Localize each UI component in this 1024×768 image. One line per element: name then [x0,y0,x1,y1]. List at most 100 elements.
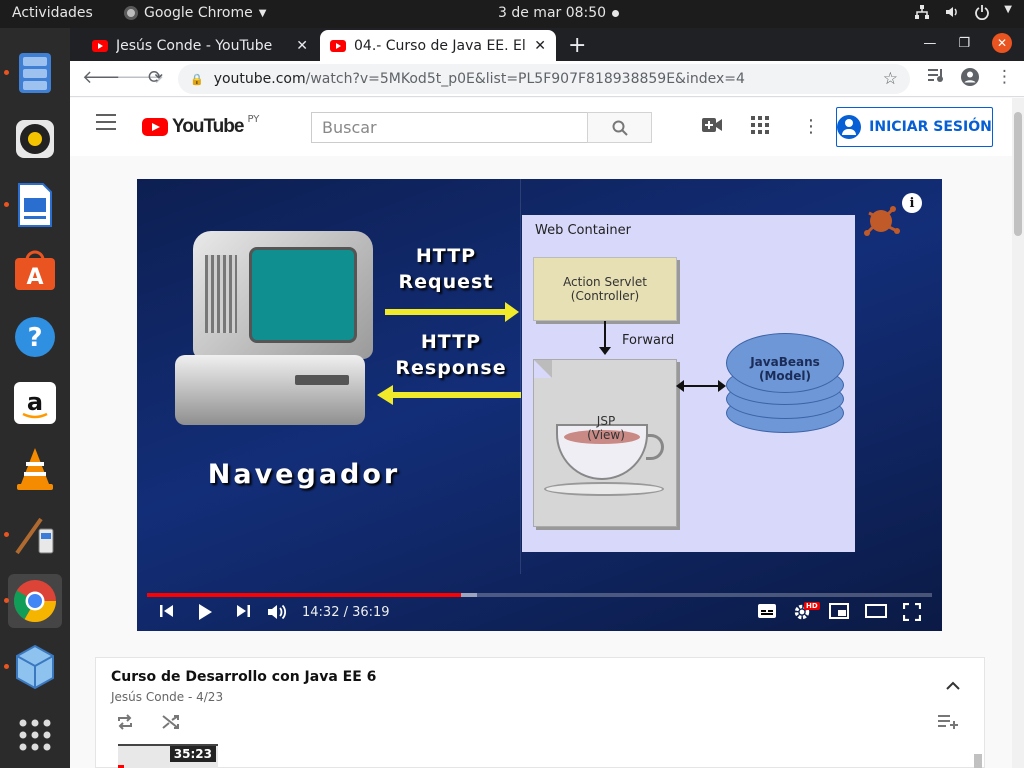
video-timecode: 14:32 / 36:19 [302,605,390,620]
dock-file-manager[interactable] [4,46,62,100]
hd-badge: HD [804,602,820,610]
signin-label: INICIAR SESIÓN [869,119,992,135]
forward-arrowhead-icon [599,347,611,355]
scrollbar-thumb[interactable] [1014,112,1022,236]
settings-more-icon[interactable]: ⋮ [802,116,820,137]
dock-rhythmbox[interactable] [8,112,62,166]
notification-dot-icon [612,9,620,17]
tab-close-icon[interactable]: ✕ [534,38,546,54]
new-tab-button[interactable]: + [568,33,586,58]
activities-button[interactable]: Actividades [12,5,93,21]
youtube-header: YouTube PY Buscar ⋮ INICIAR SESIÓN [70,98,1012,156]
page-scrollbar[interactable] [1012,98,1024,768]
dock-chrome[interactable] [4,574,62,628]
tab-title: Jesús Conde - YouTube [116,37,273,54]
dock-vlc[interactable] [8,442,62,496]
reload-icon[interactable]: ⟳ [148,67,163,88]
dock-virtualbox[interactable] [4,640,62,694]
tab-strip: Jesús Conde - YouTube ✕ 04.- Curso de Ja… [70,28,1024,61]
save-playlist-icon[interactable] [938,714,958,735]
file-manager-icon [19,53,51,93]
profile-icon[interactable] [960,67,980,92]
url-host: youtube.com [213,71,306,87]
jsp-box: JSP (View) [533,359,677,527]
tray-caret-down-icon: ▼ [1004,4,1012,15]
network-icon [914,4,930,24]
create-video-icon[interactable] [702,116,722,137]
video-info-icon[interactable]: i [902,193,922,213]
apps-icon[interactable] [751,116,769,139]
app-menu[interactable]: Google Chrome ▼ [124,5,266,21]
playlist-item-thumbnail[interactable]: 35:23 [118,744,218,768]
channel-watermark-icon [864,206,900,236]
apps-grid-icon [19,719,51,751]
tab-title: 04.- Curso de Java EE. El p [354,37,527,54]
writer-icon [18,183,52,227]
tab-java-ee[interactable]: 04.- Curso de Java EE. El p ✕ [320,30,556,61]
playlist-meta[interactable]: Jesús Conde - 4/23 [111,690,223,704]
forward-line-icon [604,321,606,349]
search-button[interactable] [587,112,652,143]
dock-show-apps[interactable] [8,708,62,762]
running-indicator-icon [4,532,9,537]
next-icon[interactable] [235,603,251,624]
url-path: /watch?v=5MKod5t_p0E&list=PL5F907F818938… [305,71,745,87]
close-window-icon[interactable]: ✕ [992,33,1012,53]
dock-amazon[interactable]: a [8,376,62,430]
volume-button-icon[interactable] [267,603,287,626]
youtube-logo[interactable]: YouTube PY [142,113,260,138]
video-player[interactable]: HTTP Request HTTP Response Navegador Web… [137,179,942,631]
svg-text:?: ? [27,323,42,353]
system-tray[interactable]: ▼ [914,4,1012,24]
web-container-box: Web Container Action Servlet (Controller… [522,215,855,552]
tab-jesus-conde[interactable]: Jesús Conde - YouTube ✕ [82,30,318,61]
search-input[interactable]: Buscar [311,112,588,143]
theater-mode-icon[interactable] [865,603,887,623]
media-queue-icon[interactable] [928,67,946,88]
youtube-favicon-icon [92,39,108,52]
chrome-menu-icon[interactable]: ⋮ [996,67,1013,87]
svg-text:a: a [27,388,43,416]
dock-paint[interactable] [4,508,62,562]
caret-down-icon: ▼ [258,7,267,19]
clock[interactable]: 3 de mar 08:50 [498,5,620,21]
running-indicator-icon [4,664,9,669]
previous-icon[interactable] [159,603,175,624]
power-icon [974,4,990,24]
dock-software[interactable]: A [8,244,62,298]
minimize-icon[interactable]: — [923,36,936,51]
bookmark-star-icon[interactable]: ☆ [883,69,898,89]
miniplayer-icon[interactable] [829,603,849,624]
collapse-chevron-up-icon[interactable] [946,678,960,694]
javabeans-label: JavaBeans (Model) [750,355,820,383]
play-icon[interactable] [197,603,213,626]
tab-close-icon[interactable]: ✕ [296,38,308,54]
dock-writer[interactable] [4,178,62,232]
loop-playlist-icon[interactable] [116,714,134,735]
playlist-panel: Curso de Desarrollo con Java EE 6 Jesús … [95,657,985,768]
country-code: PY [247,113,260,125]
servlet-label: Action Servlet (Controller) [563,275,647,303]
rhythmbox-icon [16,120,54,158]
fullscreen-icon[interactable] [902,602,922,626]
system-top-bar: Actividades Google Chrome ▼ 3 de mar 08:… [0,0,1024,28]
jsp-label: JSP (View) [587,414,625,442]
response-arrowhead-icon [377,385,393,405]
hamburger-menu-icon[interactable] [96,114,116,135]
dock-help[interactable]: ? [8,310,62,364]
signin-button[interactable]: INICIAR SESIÓN [836,107,993,147]
youtube-play-logo-icon [142,118,168,136]
video-progress-bar[interactable] [147,593,932,597]
double-arrow-icon [676,380,726,392]
slide-http-response: HTTP Response [395,331,507,379]
help-icon: ? [15,317,55,357]
shuffle-icon[interactable] [162,714,180,735]
youtube-page: YouTube PY Buscar ⋮ INICIAR SESIÓN HTTP … [70,98,1012,768]
subtitles-icon[interactable] [757,603,777,624]
account-icon [837,115,862,139]
running-indicator-icon [4,598,9,603]
playlist-scrollbar[interactable] [974,754,982,768]
maximize-icon[interactable]: ❐ [958,36,970,51]
address-bar[interactable]: 🔒 youtube.com/watch?v=5MKod5t_p0E&list=P… [178,64,910,94]
playlist-title[interactable]: Curso de Desarrollo con Java EE 6 [111,669,376,685]
